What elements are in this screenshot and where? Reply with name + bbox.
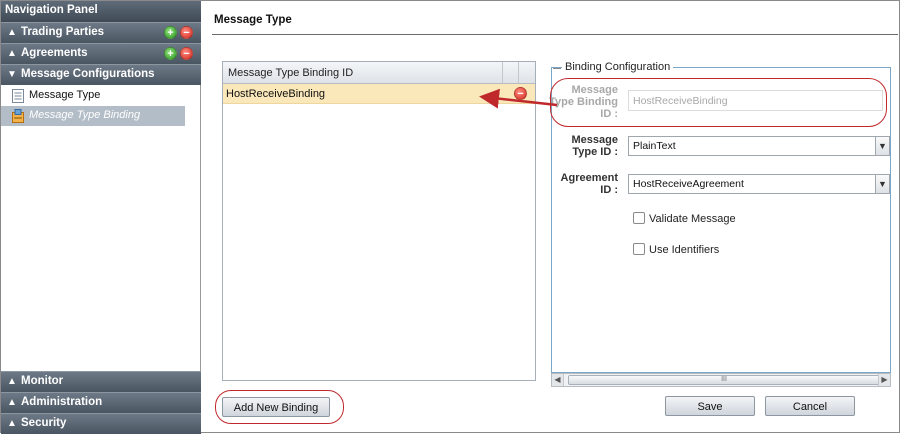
nav-section-label: Security: [21, 417, 67, 429]
nav-section-label: Agreements: [21, 47, 88, 59]
remove-icon[interactable]: −: [180, 26, 193, 39]
annotation-arrow: [479, 88, 558, 109]
navigation-panel: Navigation Panel ▲ Trading Parties + − ▲ Ag…: [1, 1, 201, 434]
nav-section-label: Administration: [21, 396, 103, 408]
chevron-up-icon: ▲: [7, 418, 17, 429]
add-icon[interactable]: +: [164, 47, 177, 60]
nav-section-label: Message Configurations: [21, 68, 155, 80]
sidebar-item-message-type-binding[interactable]: Message Type Binding: [1, 106, 185, 126]
sidebar-item-label: Message Type: [29, 89, 101, 101]
nav-section-administration[interactable]: ▲ Administration: [1, 392, 201, 413]
nav-section-security[interactable]: ▲ Security: [1, 413, 201, 434]
binding-icon: [12, 109, 24, 123]
nav-section-label: Monitor: [21, 375, 64, 387]
nav-section-message-configurations[interactable]: ▼ Message Configurations: [1, 64, 201, 85]
chevron-up-icon: ▲: [7, 48, 17, 59]
chevron-down-icon: ▼: [7, 69, 17, 80]
main-panel: Message Type Message Type Binding ID Hos…: [202, 1, 899, 432]
chevron-up-icon: ▲: [7, 27, 17, 38]
remove-icon[interactable]: −: [180, 47, 193, 60]
nav-section-monitor[interactable]: ▲ Monitor: [1, 371, 201, 392]
add-icon[interactable]: +: [164, 26, 177, 39]
nav-section-label: Trading Parties: [21, 26, 105, 38]
chevron-up-icon: ▲: [7, 376, 17, 387]
sidebar-item-label: Message Type Binding: [29, 109, 141, 121]
document-icon: [12, 89, 24, 103]
chevron-up-icon: ▲: [7, 397, 17, 408]
nav-section-agreements[interactable]: ▲ Agreements + −: [1, 43, 201, 64]
sidebar-item-message-type[interactable]: Message Type: [1, 86, 185, 106]
navigation-panel-title: Navigation Panel: [1, 1, 201, 22]
nav-section-trading-parties[interactable]: ▲ Trading Parties + −: [1, 22, 201, 43]
